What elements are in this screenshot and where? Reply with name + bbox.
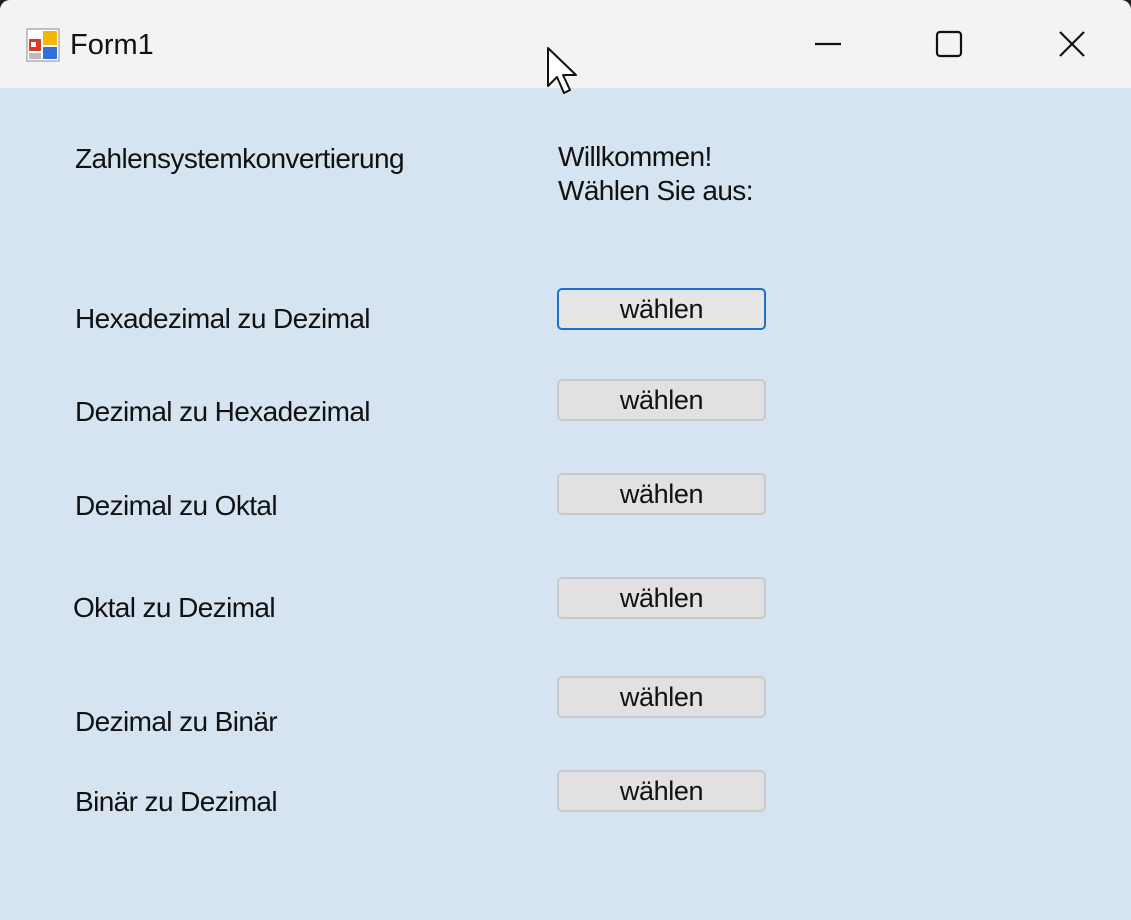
heading-label: Zahlensystemkonvertierung (75, 143, 405, 174)
choose-dec-to-bin-button[interactable]: wählen (557, 676, 766, 718)
maximize-icon (935, 30, 963, 58)
welcome-line-2: Wählen Sie aus: (558, 175, 753, 206)
choose-oct-to-dec-button[interactable]: wählen (557, 577, 766, 619)
option-label-bin-to-dec: Binär zu Dezimal (75, 786, 278, 817)
form-client-area: Zahlensystemkonvertierung Willkommen! Wä… (0, 88, 1131, 920)
close-button[interactable] (1012, 0, 1131, 88)
option-label-dec-to-hex: Dezimal zu Hexadezimal (75, 396, 371, 427)
choose-bin-to-dec-button[interactable]: wählen (557, 770, 766, 812)
minimize-button[interactable] (768, 0, 888, 88)
option-label-hex-to-dec: Hexadezimal zu Dezimal (75, 303, 371, 334)
option-label-dec-to-bin: Dezimal zu Binär (75, 706, 278, 737)
welcome-line-1: Willkommen! (558, 141, 712, 172)
choose-dec-to-oct-button[interactable]: wählen (557, 473, 766, 515)
form1-window: Form1 Zahlensystemkonvertierung Willkomm… (0, 0, 1131, 920)
option-label-oct-to-dec: Oktal zu Dezimal (73, 592, 276, 623)
close-icon (1059, 31, 1085, 57)
welcome-label: Willkommen! Wählen Sie aus: (558, 140, 753, 208)
option-label-dec-to-oct: Dezimal zu Oktal (75, 490, 278, 521)
window-title: Form1 (70, 29, 154, 61)
minimize-icon (815, 42, 841, 46)
choose-hex-to-dec-button[interactable]: wählen (557, 288, 766, 330)
choose-dec-to-hex-button[interactable]: wählen (557, 379, 766, 421)
winforms-app-icon (26, 28, 60, 62)
maximize-button[interactable] (889, 0, 1009, 88)
title-bar[interactable]: Form1 (0, 0, 1131, 88)
